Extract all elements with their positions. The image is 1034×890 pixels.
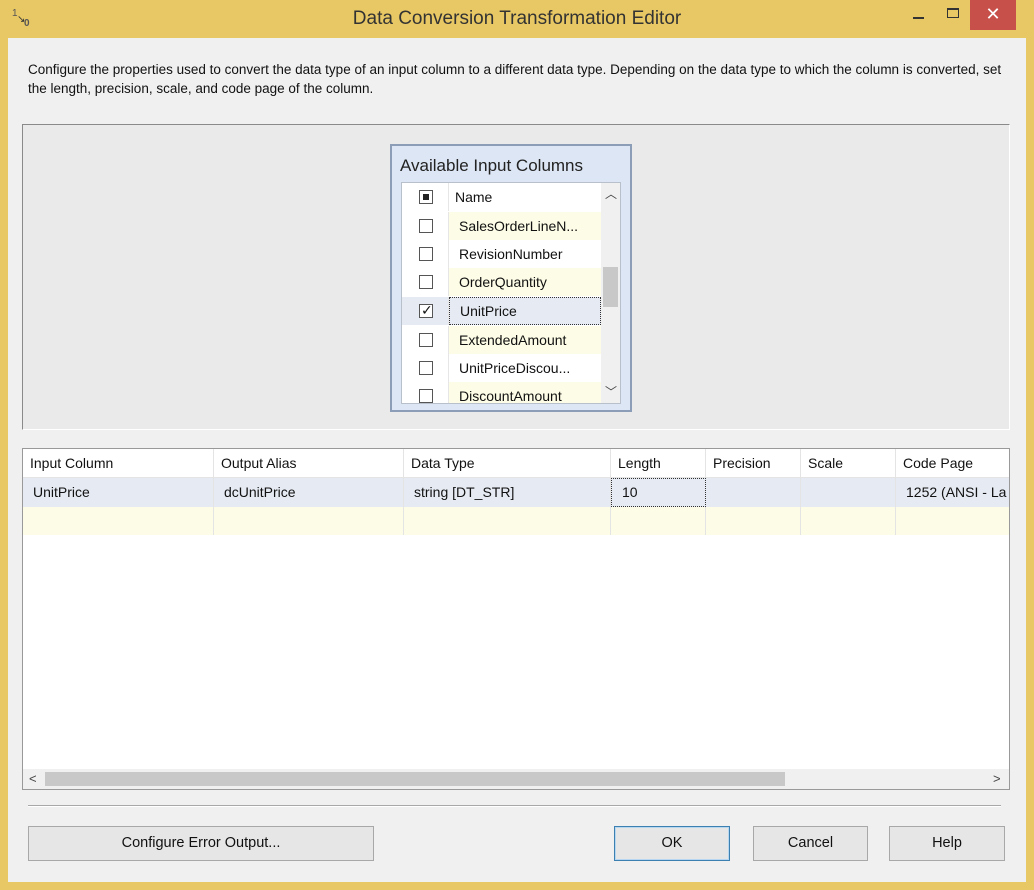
empty-cell[interactable] (706, 507, 801, 535)
scroll-left-icon[interactable]: < (29, 771, 37, 786)
scrollbar-thumb[interactable] (603, 267, 618, 307)
grid-header-row: Input Column Output Alias Data Type Leng… (23, 449, 1009, 478)
column-checkbox[interactable] (419, 389, 433, 403)
close-icon: ✕ (985, 4, 1001, 24)
available-input-columns-title: Available Input Columns (400, 156, 584, 175)
header-scale[interactable]: Scale (801, 449, 896, 477)
scroll-down-icon[interactable]: ﹀ (605, 383, 617, 400)
data-type-cell[interactable]: string [DT_STR] (404, 478, 611, 507)
select-all-checkbox[interactable] (419, 190, 433, 204)
title-bar[interactable]: 1 ↘ 0 Data Conversion Transformation Edito… (0, 0, 1034, 38)
available-input-columns-box[interactable]: Available Input Columns Name SalesOrderL… (390, 144, 632, 412)
code-page-cell[interactable]: 1252 (ANSI - La (896, 478, 1009, 507)
checkmark-icon: ✓ (421, 302, 433, 318)
precision-cell[interactable] (706, 478, 801, 507)
table-row[interactable]: UnitPrice dcUnitPrice string [DT_STR] 10… (23, 478, 1009, 507)
dialog-window: 1 ↘ 0 Data Conversion Transformation Edito… (0, 0, 1034, 890)
help-button[interactable]: Help (889, 826, 1005, 861)
header-output-alias[interactable]: Output Alias (214, 449, 404, 477)
dialog-body: Configure the properties used to convert… (8, 38, 1026, 882)
available-input-columns-list[interactable]: Name SalesOrderLineN... RevisionNumber O… (401, 182, 621, 404)
column-checkbox-checked[interactable]: ✓ (419, 302, 433, 318)
scroll-right-icon[interactable]: > (993, 771, 1001, 786)
new-row[interactable] (23, 507, 1009, 535)
column-name: DiscountAmount (449, 382, 601, 403)
list-item[interactable]: ExtendedAmount (402, 326, 601, 354)
empty-cell[interactable] (23, 507, 214, 535)
header-length[interactable]: Length (611, 449, 706, 477)
length-cell[interactable]: 10 (611, 478, 706, 507)
cancel-button[interactable]: Cancel (753, 826, 868, 861)
scroll-up-icon[interactable]: ︿ (605, 185, 617, 202)
list-item[interactable]: UnitPriceDiscou... (402, 354, 601, 382)
column-checkbox[interactable] (419, 247, 433, 261)
grid-horizontal-scrollbar[interactable]: < > (23, 769, 1009, 789)
column-name: OrderQuantity (449, 268, 601, 296)
column-name: UnitPriceDiscou... (459, 360, 571, 376)
empty-cell[interactable] (611, 507, 706, 535)
header-data-type[interactable]: Data Type (404, 449, 611, 477)
minimize-button[interactable] (902, 0, 936, 30)
scale-cell[interactable] (801, 478, 896, 507)
column-checkbox[interactable] (419, 275, 433, 289)
description-text: Configure the properties used to convert… (28, 62, 1002, 96)
window-title: Data Conversion Transformation Editor (352, 8, 682, 29)
output-alias-cell[interactable]: dcUnitPrice (214, 478, 404, 507)
column-name: SalesOrderLineN... (449, 212, 601, 240)
configure-error-output-button[interactable]: Configure Error Output... (28, 826, 374, 861)
maximize-button[interactable] (936, 0, 970, 30)
column-name: UnitPrice (449, 297, 601, 325)
column-mapping-area: Available Input Columns Name SalesOrderL… (22, 124, 1010, 430)
list-header-row: Name (402, 183, 601, 211)
minimize-icon (913, 17, 924, 19)
header-precision[interactable]: Precision (706, 449, 801, 477)
header-input-column[interactable]: Input Column (23, 449, 214, 477)
conversion-grid[interactable]: Input Column Output Alias Data Type Leng… (22, 448, 1010, 790)
column-checkbox[interactable] (419, 361, 433, 375)
empty-cell[interactable] (896, 507, 1009, 535)
column-checkbox[interactable] (419, 333, 433, 347)
separator (28, 805, 1001, 807)
scrollbar-thumb[interactable] (45, 772, 785, 786)
list-item[interactable]: SalesOrderLineN... (402, 212, 601, 240)
empty-cell[interactable] (214, 507, 404, 535)
column-name: RevisionNumber (459, 246, 563, 262)
list-item[interactable]: OrderQuantity (402, 268, 601, 296)
name-column-header[interactable]: Name (449, 183, 601, 211)
list-vertical-scrollbar[interactable]: ︿ ﹀ (601, 183, 620, 403)
empty-cell[interactable] (404, 507, 611, 535)
maximize-icon (947, 8, 959, 18)
list-item[interactable]: DiscountAmount (402, 382, 601, 403)
header-code-page[interactable]: Code Page (896, 449, 1009, 477)
ok-button[interactable]: OK (614, 826, 730, 861)
empty-cell[interactable] (801, 507, 896, 535)
column-name: ExtendedAmount (449, 326, 601, 354)
column-checkbox[interactable] (419, 219, 433, 233)
list-item-selected[interactable]: ✓ UnitPrice (402, 297, 601, 325)
input-column-cell[interactable]: UnitPrice (23, 478, 214, 507)
list-item[interactable]: RevisionNumber (402, 240, 601, 268)
close-button[interactable]: ✕ (970, 0, 1016, 30)
